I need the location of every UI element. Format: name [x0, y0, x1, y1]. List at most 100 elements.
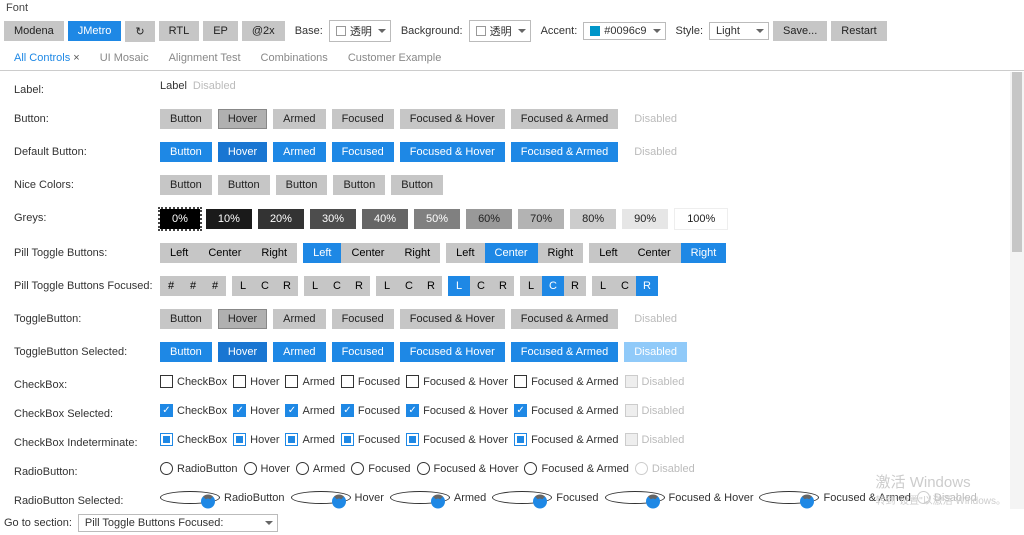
nice-button-2[interactable]: Button: [218, 175, 270, 195]
background-color-select[interactable]: 透明: [469, 20, 531, 42]
checkboxind-focused[interactable]: Focused: [341, 433, 400, 446]
radio-focused-armed[interactable]: Focused & Armed: [524, 462, 628, 475]
pillf-1[interactable]: ###: [160, 276, 226, 296]
toggle-focused-armed[interactable]: Focused & Armed: [511, 309, 618, 329]
radio-focused[interactable]: Focused: [351, 462, 410, 475]
checkboxsel-normal[interactable]: CheckBox: [160, 404, 227, 417]
pill-2[interactable]: LeftCenterRight: [303, 243, 440, 263]
row-pill-toggle: Pill Toggle Buttons: LeftCenterRight Lef…: [14, 243, 1006, 263]
pillf-6[interactable]: LCR: [520, 276, 586, 296]
pill-1[interactable]: LeftCenterRight: [160, 243, 297, 263]
pill-4[interactable]: LeftCenterRight: [589, 243, 726, 263]
toggle-normal[interactable]: Button: [160, 309, 212, 329]
tab-ui-mosaic[interactable]: UI Mosaic: [100, 52, 149, 64]
checkbox-armed[interactable]: Armed: [285, 375, 334, 388]
goto-section-select[interactable]: Pill Toggle Buttons Focused:: [78, 514, 278, 532]
checkboxind-focused-armed[interactable]: Focused & Armed: [514, 433, 618, 446]
defbutton-normal[interactable]: Button: [160, 142, 212, 162]
menubar[interactable]: Font: [0, 0, 1024, 16]
togglesel-focused-armed[interactable]: Focused & Armed: [511, 342, 618, 362]
button-focused[interactable]: Focused: [332, 109, 394, 129]
togglesel-normal[interactable]: Button: [160, 342, 212, 362]
checkboxsel-disabled: Disabled: [625, 404, 685, 417]
toggle-focused-hover[interactable]: Focused & Hover: [400, 309, 505, 329]
toggle-focused[interactable]: Focused: [332, 309, 394, 329]
button-hover[interactable]: Hover: [218, 109, 267, 129]
checkbox-normal[interactable]: CheckBox: [160, 375, 227, 388]
restart-button[interactable]: Restart: [831, 21, 886, 41]
checkboxind-normal[interactable]: CheckBox: [160, 433, 227, 446]
checkboxind-armed[interactable]: Armed: [285, 433, 334, 446]
radiosel-armed[interactable]: Armed: [390, 491, 486, 504]
nice-button-1[interactable]: Button: [160, 175, 212, 195]
menu-font[interactable]: Font: [6, 2, 28, 14]
checkboxsel-focused-hover[interactable]: Focused & Hover: [406, 404, 508, 417]
checkbox-focused[interactable]: Focused: [341, 375, 400, 388]
radio-normal[interactable]: RadioButton: [160, 462, 238, 475]
togglesel-armed[interactable]: Armed: [273, 342, 325, 362]
checkboxsel-armed[interactable]: Armed: [285, 404, 334, 417]
checkbox-hover[interactable]: Hover: [233, 375, 279, 388]
pill-3[interactable]: LeftCenterRight: [446, 243, 583, 263]
scrollbar-thumb[interactable]: [1012, 72, 1022, 252]
defbutton-armed[interactable]: Armed: [273, 142, 325, 162]
tab-all-controls[interactable]: All Controls×: [14, 52, 80, 64]
togglesel-focused-hover[interactable]: Focused & Hover: [400, 342, 505, 362]
nice-button-4[interactable]: Button: [333, 175, 385, 195]
pillf-5[interactable]: LCR: [448, 276, 514, 296]
close-icon[interactable]: ×: [73, 52, 79, 64]
radio-armed[interactable]: Armed: [296, 462, 345, 475]
radio-disabled: Disabled: [635, 462, 695, 475]
nice-button-3[interactable]: Button: [276, 175, 328, 195]
pillf-3[interactable]: LCR: [304, 276, 370, 296]
footer: Go to section: Pill Toggle Buttons Focus…: [4, 514, 278, 532]
button-armed[interactable]: Armed: [273, 109, 325, 129]
defbutton-focused-armed[interactable]: Focused & Armed: [511, 142, 618, 162]
toggle-hover[interactable]: Hover: [218, 309, 267, 329]
checkboxind-hover[interactable]: Hover: [233, 433, 279, 446]
rtl-button[interactable]: RTL: [159, 21, 200, 41]
ep-button[interactable]: EP: [203, 21, 238, 41]
tab-alignment-test[interactable]: Alignment Test: [169, 52, 241, 64]
button-focused-armed[interactable]: Focused & Armed: [511, 109, 618, 129]
checkbox-focused-hover[interactable]: Focused & Hover: [406, 375, 508, 388]
radiosel-focused-hover[interactable]: Focused & Hover: [605, 491, 754, 504]
button-normal[interactable]: Button: [160, 109, 212, 129]
radiosel-focused[interactable]: Focused: [492, 491, 598, 504]
vertical-scrollbar[interactable]: [1010, 72, 1024, 509]
theme-modena-button[interactable]: Modena: [4, 21, 64, 41]
togglesel-focused[interactable]: Focused: [332, 342, 394, 362]
radio-hover[interactable]: Hover: [244, 462, 290, 475]
pillf-7[interactable]: LCR: [592, 276, 658, 296]
toggle-armed[interactable]: Armed: [273, 309, 325, 329]
radiosel-normal[interactable]: RadioButton: [160, 491, 285, 504]
theme-jmetro-button[interactable]: JMetro: [68, 21, 122, 41]
reload-button[interactable]: ↻: [125, 21, 154, 42]
radiosel-hover[interactable]: Hover: [291, 491, 384, 504]
radio-focused-hover[interactable]: Focused & Hover: [417, 462, 519, 475]
tab-customer-example[interactable]: Customer Example: [348, 52, 442, 64]
button-focused-hover[interactable]: Focused & Hover: [400, 109, 505, 129]
at2x-button[interactable]: @2x: [242, 21, 285, 41]
defbutton-focused[interactable]: Focused: [332, 142, 394, 162]
grey-70: 70%: [518, 209, 564, 229]
style-select[interactable]: Light: [709, 22, 769, 40]
nice-button-5[interactable]: Button: [391, 175, 443, 195]
defbutton-focused-hover[interactable]: Focused & Hover: [400, 142, 505, 162]
checkboxsel-hover[interactable]: Hover: [233, 404, 279, 417]
radiosel-focused-armed[interactable]: Focused & Armed: [759, 491, 910, 504]
checkboxsel-focused-armed[interactable]: Focused & Armed: [514, 404, 618, 417]
pillf-4[interactable]: LCR: [376, 276, 442, 296]
base-color-select[interactable]: 透明: [329, 20, 391, 42]
checkboxind-focused-hover[interactable]: Focused & Hover: [406, 433, 508, 446]
tab-combinations[interactable]: Combinations: [261, 52, 328, 64]
checkboxsel-focused[interactable]: Focused: [341, 404, 400, 417]
grey-100: 100%: [674, 208, 728, 230]
accent-color-select[interactable]: #0096c9: [583, 22, 665, 40]
goto-label: Go to section:: [4, 517, 72, 529]
togglesel-hover[interactable]: Hover: [218, 342, 267, 362]
defbutton-hover[interactable]: Hover: [218, 142, 267, 162]
pillf-2[interactable]: LCR: [232, 276, 298, 296]
checkbox-focused-armed[interactable]: Focused & Armed: [514, 375, 618, 388]
save-button[interactable]: Save...: [773, 21, 827, 41]
